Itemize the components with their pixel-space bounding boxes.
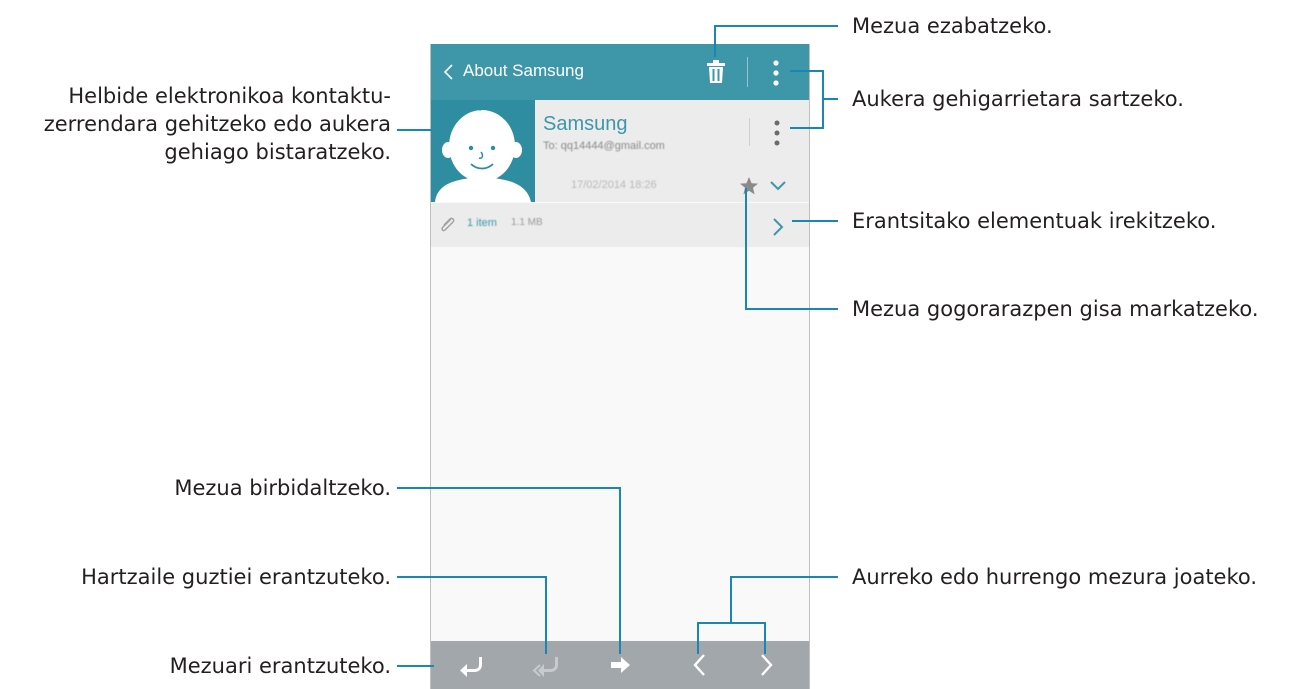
callout-delete: Mezua ezabatzeko.	[852, 14, 1053, 38]
callout-contact-line-2: zerrendara gehitzeko edo aukera	[43, 112, 391, 136]
attachment-count[interactable]: 1 item	[467, 217, 497, 229]
star-icon[interactable]	[739, 176, 759, 196]
callout-reply: Mezuari erantzuteko.	[169, 654, 391, 678]
paperclip-icon	[441, 217, 455, 232]
person-avatar-icon	[435, 108, 531, 202]
sender-name: Samsung	[543, 113, 628, 135]
message-header: Samsung To: qq14444@gmail.com 17/02/2014…	[431, 100, 809, 202]
chevron-down-icon[interactable]	[769, 180, 787, 192]
message-date: 17/02/2014 18:26	[571, 179, 657, 191]
header-divider	[749, 118, 750, 146]
action-bar: About Samsung	[431, 44, 809, 100]
callout-mark-reminder: Mezua gogorarazpen gisa markatzeko.	[852, 297, 1259, 321]
attachment-size: 1.1 MB	[511, 217, 543, 228]
reply-icon[interactable]	[457, 651, 487, 679]
back-label[interactable]: About Samsung	[463, 61, 584, 81]
callout-forward: Mezua birbidaltzeko.	[174, 476, 391, 500]
chevron-right-icon[interactable]	[771, 216, 785, 238]
callout-contact-line-1: Helbide elektronikoa kontaktu-	[68, 84, 391, 108]
email-viewer-screen: About Samsung Samsung To: qq14444@gmail.…	[430, 44, 810, 689]
callout-prev-next: Aurreko edo hurrengo mezura joateko.	[852, 565, 1258, 589]
callout-open-attachments: Erantsitako elementuak irekitzeko.	[852, 209, 1217, 233]
reply-all-icon[interactable]	[531, 651, 561, 679]
trash-icon[interactable]	[705, 60, 727, 84]
forward-icon[interactable]	[605, 651, 635, 679]
contact-avatar[interactable]	[431, 100, 535, 202]
action-bar-divider	[747, 57, 748, 87]
chevron-right-icon[interactable]	[751, 651, 781, 679]
recipient-line: To: qq14444@gmail.com	[543, 140, 665, 152]
callout-contact: Helbide elektronikoa kontaktu- zerrendar…	[44, 82, 391, 166]
callout-more-options: Aukera gehigarrietara sartzeko.	[852, 87, 1184, 111]
chevron-left-icon[interactable]	[685, 651, 715, 679]
more-vertical-icon[interactable]	[771, 58, 781, 88]
more-vertical-icon[interactable]	[772, 118, 782, 148]
bottom-action-bar	[431, 641, 809, 689]
attachment-row[interactable]: 1 item 1.1 MB	[431, 202, 809, 247]
callout-reply-all: Hartzaile guztiei erantzuteko.	[81, 565, 391, 589]
chevron-left-icon[interactable]	[441, 58, 457, 86]
callout-contact-line-3: gehiago bistaratzeko.	[164, 140, 391, 164]
